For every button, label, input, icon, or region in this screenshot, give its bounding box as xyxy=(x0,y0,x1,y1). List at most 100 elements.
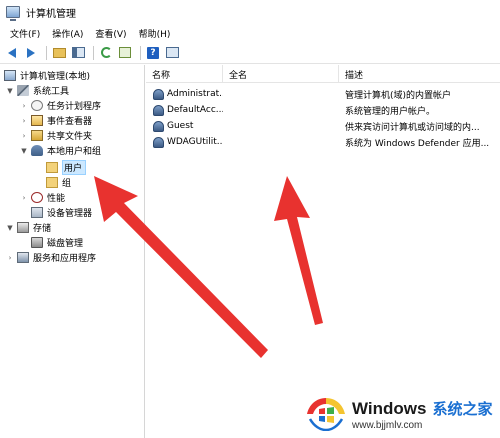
list-header: 名称 全名 描述 xyxy=(146,65,500,83)
tree-item-label: 组 xyxy=(62,179,72,189)
menu-file[interactable]: 文件(F) xyxy=(4,27,46,40)
forward-arrow-icon xyxy=(27,47,35,58)
windows-logo-icon xyxy=(307,398,345,431)
folder-icon xyxy=(46,177,58,188)
user-icon xyxy=(153,104,164,116)
collapse-chevron-icon[interactable]: ▼ xyxy=(6,224,14,232)
properties-button[interactable] xyxy=(164,45,180,61)
tree-item-label: 共享文件夹 xyxy=(47,132,93,142)
back-arrow-icon xyxy=(8,47,16,58)
tree-item-root[interactable]: 计算机管理(本地) xyxy=(4,68,90,83)
clock-icon xyxy=(31,100,43,111)
column-header-full-name[interactable]: 全名 xyxy=(223,65,339,83)
computer-icon xyxy=(4,70,16,81)
column-header-name[interactable]: 名称 xyxy=(146,65,223,83)
toolbar: ? xyxy=(0,42,500,64)
user-full-name xyxy=(229,86,339,102)
tree-item-system-tools[interactable]: ▼ 系统工具 xyxy=(6,83,69,98)
forward-button[interactable] xyxy=(23,45,39,61)
up-one-level-button[interactable] xyxy=(51,45,67,61)
user-name-cell: Guest xyxy=(153,118,223,134)
watermark-brand: Windows xyxy=(352,398,427,418)
tree-item-label: 服务和应用程序 xyxy=(33,254,97,264)
tree-item-services-apps[interactable]: › 服务和应用程序 xyxy=(6,250,96,265)
tree-item-event-viewer[interactable]: › 事件查看器 xyxy=(20,113,92,128)
tree-item-device-manager[interactable]: 设备管理器 xyxy=(31,205,92,220)
tree-item-performance[interactable]: › 性能 xyxy=(20,190,65,205)
refresh-button[interactable] xyxy=(98,45,114,61)
tree-item-label: 本地用户和组 xyxy=(47,147,102,157)
export-icon xyxy=(119,47,131,58)
tree-item-label: 计算机管理(本地) xyxy=(20,72,91,82)
help-button[interactable]: ? xyxy=(145,45,161,61)
tree-item-storage[interactable]: ▼ 存储 xyxy=(6,220,51,235)
services-icon xyxy=(17,252,29,263)
user-name: Guest xyxy=(167,121,194,131)
title-bar: 计算机管理 xyxy=(0,0,500,24)
tree-item-groups[interactable]: 组 xyxy=(46,175,71,190)
user-name: DefaultAcc... xyxy=(167,105,223,115)
console-tree-icon xyxy=(71,47,85,58)
toolbar-separator xyxy=(46,45,47,60)
user-name: WDAGUtilit... xyxy=(167,137,223,147)
disk-icon xyxy=(31,237,43,248)
tree-item-shared-folders[interactable]: › 共享文件夹 xyxy=(20,128,92,143)
users-list-pane: 名称 全名 描述 Administrat... 管理计算机(域)的内置帐户 De… xyxy=(146,65,500,438)
collapse-chevron-icon[interactable]: ▼ xyxy=(20,147,28,155)
user-icon xyxy=(153,88,164,100)
expand-chevron-icon[interactable]: › xyxy=(20,194,28,202)
user-icon xyxy=(153,136,164,148)
tree-item-label: 磁盘管理 xyxy=(47,239,84,249)
user-icon xyxy=(153,120,164,132)
console-tree: 计算机管理(本地) ▼ 系统工具 › 任务计划程序 › 事件查看器 › 共享文件… xyxy=(0,65,145,438)
user-name-cell: Administrat... xyxy=(153,86,223,102)
tree-item-users[interactable]: 用户 xyxy=(46,160,87,175)
collapse-chevron-icon[interactable]: ▼ xyxy=(6,87,14,95)
tree-item-task-scheduler[interactable]: › 任务计划程序 xyxy=(20,98,101,113)
user-name-cell: DefaultAcc... xyxy=(153,102,223,118)
user-description: 系统管理的用户帐户。 xyxy=(345,106,436,117)
expand-chevron-icon[interactable]: › xyxy=(20,117,28,125)
expand-chevron-icon[interactable]: › xyxy=(20,102,28,110)
window-title: 计算机管理 xyxy=(26,8,76,20)
shared-folder-icon xyxy=(31,130,43,141)
expand-chevron-icon[interactable]: › xyxy=(6,254,14,262)
performance-icon xyxy=(31,192,43,203)
tree-item-local-users-groups[interactable]: ▼ 本地用户和组 xyxy=(20,143,101,158)
watermark-text: Windows 系统之家 www.bjjmlv.com xyxy=(352,398,492,431)
column-header-description[interactable]: 描述 xyxy=(339,65,500,83)
user-description: 管理计算机(域)的内置帐户 xyxy=(345,90,452,101)
user-full-name xyxy=(229,134,339,150)
watermark-title: Windows 系统之家 xyxy=(352,398,492,419)
expand-chevron-icon[interactable]: › xyxy=(20,132,28,140)
list-item[interactable]: Guest 供来宾访问计算机或访问域的内... xyxy=(146,118,500,134)
export-list-button[interactable] xyxy=(117,45,133,61)
menu-help[interactable]: 帮助(H) xyxy=(133,27,177,40)
list-item[interactable]: WDAGUtilit... 系统为 Windows Defender 应用... xyxy=(146,134,500,150)
users-icon xyxy=(31,145,43,156)
user-description: 供来宾访问计算机或访问域的内... xyxy=(345,122,480,133)
user-full-name xyxy=(229,102,339,118)
tree-item-label: 事件查看器 xyxy=(47,117,93,127)
tree-item-label: 性能 xyxy=(47,194,66,204)
refresh-icon xyxy=(100,47,112,58)
tree-item-label: 设备管理器 xyxy=(47,209,93,219)
user-name: Administrat... xyxy=(167,89,223,99)
help-icon: ? xyxy=(147,46,159,59)
user-description: 系统为 Windows Defender 应用... xyxy=(345,138,490,149)
menu-bar: 文件(F) 操作(A) 查看(V) 帮助(H) xyxy=(0,24,500,42)
menu-view[interactable]: 查看(V) xyxy=(89,27,132,40)
user-full-name xyxy=(229,118,339,134)
watermark-url: www.bjjmlv.com xyxy=(352,419,423,431)
tree-item-disk-management[interactable]: 磁盘管理 xyxy=(31,235,83,250)
back-button[interactable] xyxy=(4,45,20,61)
menu-action[interactable]: 操作(A) xyxy=(46,27,89,40)
toolbar-separator xyxy=(140,45,141,60)
event-log-icon xyxy=(31,115,43,126)
properties-icon xyxy=(165,47,179,58)
list-item[interactable]: Administrat... 管理计算机(域)的内置帐户 xyxy=(146,86,500,102)
show-hide-tree-button[interactable] xyxy=(70,45,86,61)
toolbar-separator xyxy=(93,45,94,60)
user-name-cell: WDAGUtilit... xyxy=(153,134,223,150)
list-item[interactable]: DefaultAcc... 系统管理的用户帐户。 xyxy=(146,102,500,118)
